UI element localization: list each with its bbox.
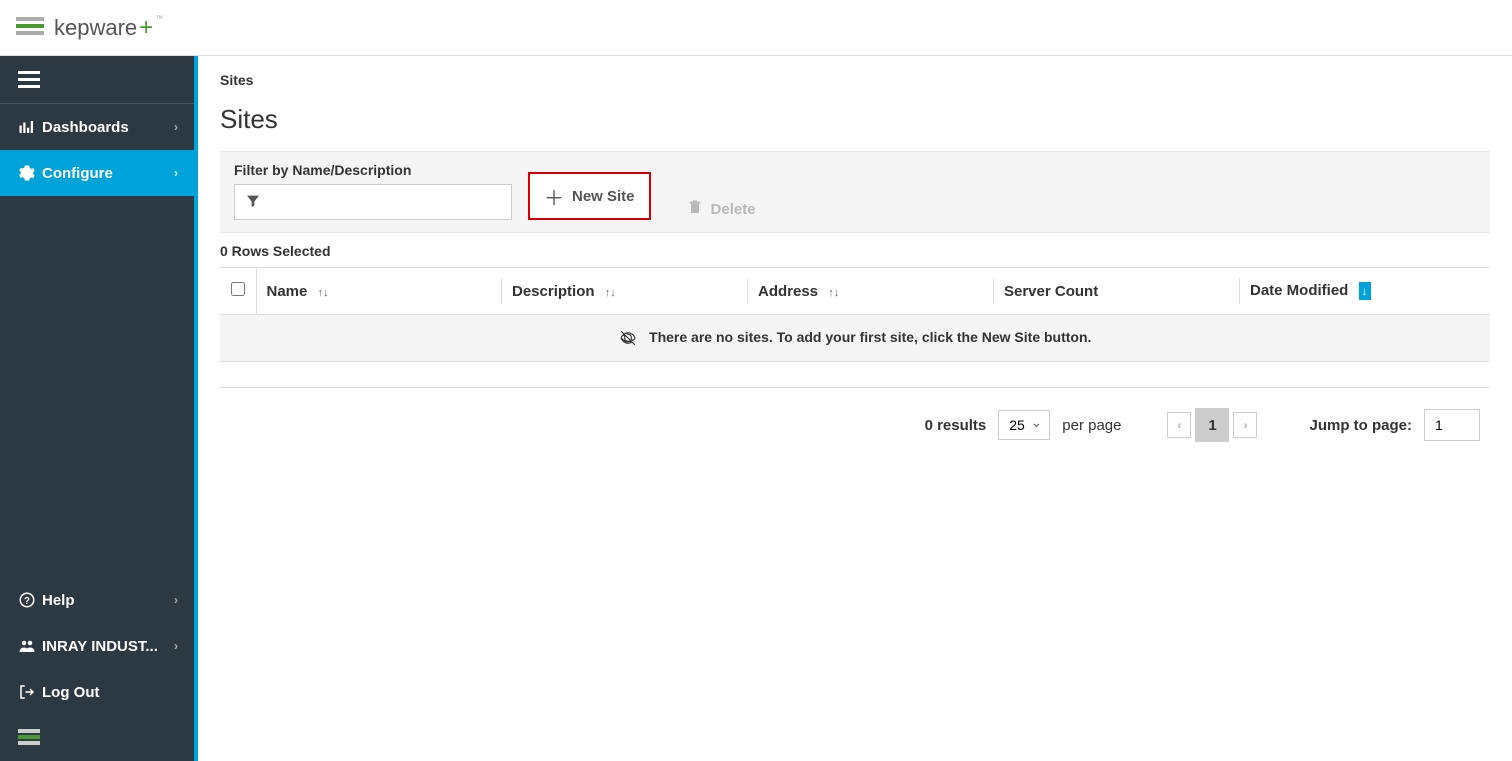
sidebar-item-org[interactable]: INRAY INDUST... › xyxy=(0,623,194,669)
sidebar-item-label: Help xyxy=(42,592,174,609)
dashboard-icon xyxy=(18,118,42,136)
sort-active-icon: ↓ xyxy=(1359,282,1371,300)
sidebar-item-help[interactable]: ? Help › xyxy=(0,577,194,623)
chevron-right-icon: › xyxy=(174,166,178,180)
new-site-label: New Site xyxy=(572,188,635,205)
toolbar: Filter by Name/Description ＋ New Site xyxy=(220,151,1490,233)
jump-to-page-input[interactable] xyxy=(1424,409,1480,441)
delete-button[interactable]: Delete xyxy=(687,198,756,220)
page-prev-button[interactable]: ‹ xyxy=(1167,412,1191,438)
rows-selected-text: 0 Rows Selected xyxy=(220,233,1490,267)
gear-icon xyxy=(18,164,42,182)
per-page-label: per page xyxy=(1062,417,1121,434)
page-current[interactable]: 1 xyxy=(1195,408,1229,442)
brand-logo-icon xyxy=(16,17,44,39)
select-all-checkbox[interactable] xyxy=(231,282,245,296)
column-header-server-count[interactable]: Server Count xyxy=(994,268,1240,315)
filter-icon xyxy=(245,193,261,212)
org-icon xyxy=(18,637,42,655)
filter-input[interactable] xyxy=(234,184,512,220)
filter-label: Filter by Name/Description xyxy=(234,162,512,178)
svg-text:?: ? xyxy=(24,596,30,607)
filter-text-input[interactable] xyxy=(261,194,511,210)
sidebar-item-label: Log Out xyxy=(42,684,178,701)
sidebar-item-label: INRAY INDUST... xyxy=(42,638,174,655)
sort-icon: ↑↓ xyxy=(318,287,329,299)
jump-to-page-label: Jump to page: xyxy=(1309,417,1412,434)
sidebar-item-label: Configure xyxy=(42,165,174,182)
sidebar-item-dashboards[interactable]: Dashboards › xyxy=(0,104,194,150)
select-all-column[interactable] xyxy=(220,268,256,315)
breadcrumb: Sites xyxy=(220,64,1490,104)
eye-off-icon xyxy=(619,329,641,346)
help-icon: ? xyxy=(18,591,42,609)
chevron-right-icon: › xyxy=(174,120,178,134)
pagination: 0 results 25 per page ‹ 1 › Jump to page… xyxy=(220,388,1490,462)
sidebar-toggle-button[interactable] xyxy=(0,56,194,104)
column-header-address[interactable]: Address ↑↓ xyxy=(748,268,994,315)
sort-icon: ↑↓ xyxy=(828,287,839,299)
sidebar-item-label: Dashboards xyxy=(42,119,174,136)
hamburger-icon xyxy=(18,71,40,88)
chevron-right-icon: › xyxy=(174,639,178,653)
sidebar-item-configure[interactable]: Configure › xyxy=(0,150,194,196)
sidebar-brand-icon xyxy=(0,715,194,761)
results-count: 0 results xyxy=(925,417,987,434)
brand-plus-icon: + xyxy=(139,14,153,41)
page-next-button[interactable]: › xyxy=(1233,412,1257,438)
brand-name: kepware+™ xyxy=(54,14,163,42)
new-site-button[interactable]: ＋ New Site xyxy=(528,172,651,220)
trash-icon xyxy=(687,198,703,220)
page-title: Sites xyxy=(220,104,1490,151)
plus-icon: ＋ xyxy=(544,182,564,211)
sidebar-item-logout[interactable]: Log Out xyxy=(0,669,194,715)
chevron-right-icon: › xyxy=(174,593,178,607)
main-sidebar: Dashboards › Configure › ? Help › xyxy=(0,56,198,761)
column-header-date-modified[interactable]: Date Modified ↓ xyxy=(1240,268,1490,315)
empty-state-message: There are no sites. To add your first si… xyxy=(649,329,1091,345)
column-header-name[interactable]: Name ↑↓ xyxy=(256,268,502,315)
sites-table: Name ↑↓ Description ↑↓ Address ↑↓ Serv xyxy=(220,267,1490,362)
column-header-description[interactable]: Description ↑↓ xyxy=(502,268,748,315)
table-empty-row: There are no sites. To add your first si… xyxy=(220,315,1490,362)
main-content: Sites Sites Filter by Name/Description ＋… xyxy=(198,56,1512,761)
delete-label: Delete xyxy=(711,201,756,218)
per-page-select[interactable]: 25 xyxy=(998,410,1050,440)
sort-icon: ↑↓ xyxy=(605,287,616,299)
logout-icon xyxy=(18,683,42,701)
app-header: kepware+™ xyxy=(0,0,1512,56)
